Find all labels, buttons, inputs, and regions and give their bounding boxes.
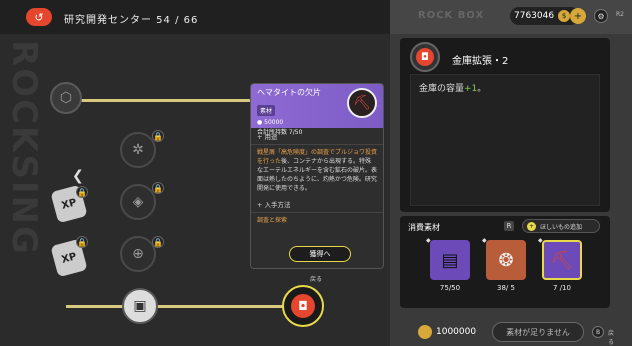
research-cost: 1000000 — [436, 327, 477, 337]
lock-icon: 🔒 — [152, 236, 164, 248]
cube-icon: ◆ — [538, 237, 543, 244]
consumables-panel: 消費素材 R + ほしいもの追加 ▤ ◆ 75/50 ❂ ◆ 38/ 5 ⛏ ◆ … — [400, 216, 610, 308]
selected-research-node[interactable]: ◘ — [282, 285, 324, 327]
desc-plus: +1 — [464, 84, 478, 94]
hematite-icon: ⛏ — [347, 88, 377, 118]
info-button[interactable]: R — [504, 221, 514, 231]
research-title: 金庫拡張・2 — [452, 56, 509, 67]
back-button[interactable]: ↺ — [26, 8, 52, 26]
r2-label: R2 — [616, 11, 624, 18]
item-tooltip: ヘマタイトの欠片 素材 ● 50000 合計所持数 7/50 ⛏ + 用途 戦星… — [250, 83, 384, 269]
item-price-value: 50000 — [264, 119, 284, 126]
cube-icon: ◆ — [426, 237, 431, 244]
desc-prefix: 金庫の容量 — [419, 84, 465, 94]
lock-icon: 🔒 — [152, 130, 164, 142]
wishlist-button[interactable]: + ほしいもの追加 — [522, 219, 600, 233]
detail-description-box: 金庫の容量+1。 — [410, 74, 600, 206]
tooltip-header: ヘマタイトの欠片 素材 ● 50000 合計所持数 7/50 ⛏ — [251, 84, 383, 136]
backpack-icon: ◘ — [291, 294, 315, 318]
research-node[interactable]: ▣ — [122, 288, 158, 324]
material-slot-3[interactable]: ⛏ — [542, 240, 582, 280]
chevron-left-icon[interactable]: ❮ — [72, 168, 84, 184]
research-description: 金庫の容量+1。 — [419, 81, 486, 94]
back-circle-icon[interactable]: B — [592, 326, 604, 338]
cube-icon: ◆ — [482, 237, 487, 244]
usage-text: 戦星屑「高危険度」の調査でブルジョワ投資を行った後、コンテナから出現する。特殊な… — [251, 145, 383, 196]
item-price: ● 50000 — [257, 119, 284, 126]
page-title: 研究開発センター 54 / 66 — [64, 15, 199, 26]
top-bar: ↺ 研究開発センター 54 / 66 — [0, 0, 390, 34]
desc-suffix: 。 — [477, 84, 487, 94]
research-node-locked[interactable]: ✲ — [120, 132, 156, 168]
detail-icon: ◘ — [410, 42, 440, 72]
right-top-bar: ROCK BOX 7763046 $ + ⚙ R2 — [390, 0, 632, 34]
return-label[interactable]: 戻る — [310, 274, 322, 283]
wishlist-icon: + — [527, 221, 536, 231]
lock-icon: 🔒 — [76, 186, 88, 198]
lock-icon: 🔒 — [152, 182, 164, 194]
connector-line — [66, 99, 256, 102]
coin-icon: $ — [558, 10, 571, 22]
consumables-title: 消費素材 — [408, 223, 440, 232]
research-tree-area: ROCKSING ↺ 研究開発センター 54 / 66 ⬡ ✲ 🔒 ◈ 🔒 ⊕ … — [0, 0, 390, 346]
obtain-section-label[interactable]: + 入手方法 — [251, 196, 383, 213]
coin-icon — [418, 325, 432, 339]
insufficient-materials-button[interactable]: 素材が足りません — [492, 322, 584, 342]
material-slot-1[interactable]: ▤ — [430, 240, 470, 280]
add-money-button[interactable]: + — [570, 8, 586, 24]
research-node[interactable]: ⬡ — [50, 82, 82, 114]
item-category-badge: 素材 — [257, 105, 276, 116]
brand-logo: ROCK BOX — [418, 10, 485, 21]
lock-icon: 🔒 — [76, 236, 88, 248]
connector-line — [66, 305, 286, 308]
backpack-icon: ◘ — [416, 48, 434, 66]
research-node-locked[interactable]: ◈ — [120, 184, 156, 220]
bottom-bar: 1000000 素材が足りません B 戻る — [418, 322, 614, 346]
right-panel: ROCK BOX 7763046 $ + ⚙ R2 ◘ 金庫拡張・2 金庫の容量… — [390, 0, 632, 346]
obtain-link[interactable]: 調査と探索 — [251, 213, 383, 226]
item-owned: 合計所持数 7/50 — [257, 129, 303, 136]
research-node-locked[interactable]: ⊕ — [120, 236, 156, 272]
back-arrow-icon: ↺ — [34, 10, 44, 24]
research-detail-panel: ◘ 金庫拡張・2 金庫の容量+1。 — [400, 38, 610, 212]
material-slot-2[interactable]: ❂ — [486, 240, 526, 280]
settings-icon[interactable]: ⚙ — [594, 9, 608, 23]
material-count: 7 /10 — [553, 284, 571, 292]
back-label: 戻る — [608, 330, 615, 346]
material-count: 75/50 — [439, 284, 461, 292]
wishlist-label: ほしいもの追加 — [540, 223, 583, 231]
money-value: 7763046 — [514, 11, 555, 21]
background-rock-text: ROCKSING — [4, 40, 44, 256]
material-count: 38/ 5 — [497, 284, 515, 292]
obtain-button[interactable]: 獲得へ — [289, 246, 351, 262]
